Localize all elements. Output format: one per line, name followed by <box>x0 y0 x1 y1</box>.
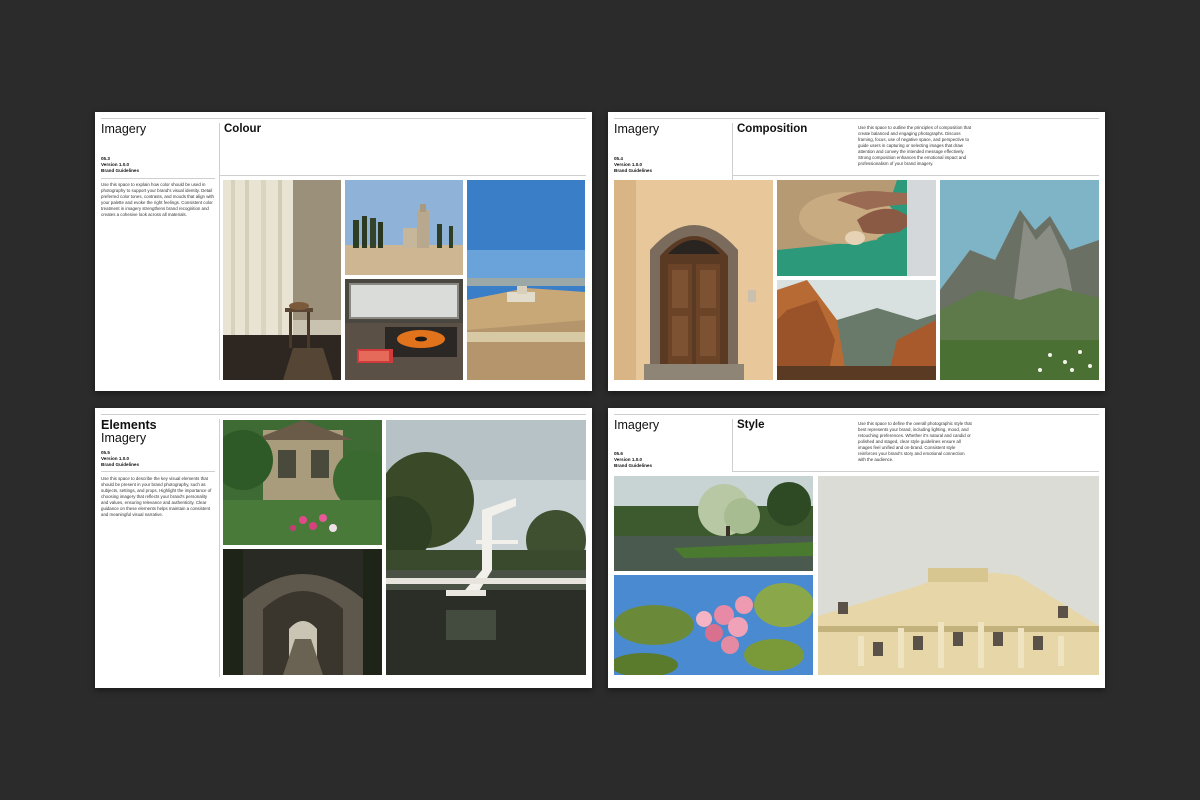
photo-building <box>818 476 1099 675</box>
top-rule <box>101 118 586 119</box>
section-label: Elements Imagery <box>101 419 157 445</box>
section-label: Imagery <box>614 418 660 432</box>
spread-style: Imagery 05.6 Version 1.0.0 Brand Guideli… <box>608 408 1105 688</box>
doc-name: Brand Guidelines <box>101 462 140 467</box>
side-rule <box>101 471 215 472</box>
photo-mountains <box>940 180 1099 380</box>
photo-cypress <box>345 180 463 275</box>
header-rule <box>219 175 586 176</box>
section-description: Use this space to outline the principles… <box>858 125 971 166</box>
header-rule <box>732 175 1099 176</box>
photo-interior <box>223 180 341 380</box>
photo-canyon <box>777 280 936 380</box>
photo-archway <box>223 549 382 675</box>
column-divider <box>732 419 733 472</box>
column-divider <box>219 123 220 380</box>
top-rule <box>101 414 586 415</box>
photo-doorway <box>614 180 773 380</box>
doc-name: Brand Guidelines <box>614 463 653 468</box>
section-meta: 05.4 Version 1.0.0 Brand Guidelines <box>614 156 652 174</box>
page-title: Colour <box>224 123 262 135</box>
photo-turntable <box>345 279 463 380</box>
doc-name: Brand Guidelines <box>101 168 140 173</box>
photo-cottage <box>223 420 382 545</box>
spread-composition: Imagery 05.4 Version 1.0.0 Brand Guideli… <box>608 112 1105 391</box>
section-meta: 05.3 Version 1.0.0 Brand Guidelines <box>101 156 139 174</box>
photo-lake-tree <box>614 476 813 571</box>
photo-blossoms <box>614 575 813 675</box>
top-rule <box>614 414 1099 415</box>
photo-diving-tower <box>386 420 586 675</box>
spread-colour: Imagery 05.3 Version 1.0.0 Brand Guideli… <box>95 112 592 391</box>
section-meta: 05.6 Version 1.0.0 Brand Guidelines <box>614 451 652 469</box>
doc-name: Brand Guidelines <box>614 168 653 173</box>
section-meta: 05.5 Version 1.0.0 Brand Guidelines <box>101 450 139 468</box>
section-description: Use this space to explain how color shou… <box>101 182 214 217</box>
section-description: Use this space to describe the key visua… <box>101 476 212 517</box>
section-description: Use this space to define the overall pho… <box>858 421 972 462</box>
section-label: Imagery <box>614 122 660 136</box>
side-rule <box>101 178 215 179</box>
top-rule <box>614 118 1099 119</box>
page-title: Style <box>737 419 765 431</box>
photo-fortress <box>467 180 585 380</box>
photo-hands-dough <box>777 180 936 276</box>
column-divider <box>219 419 220 677</box>
section-label: Imagery <box>101 122 147 136</box>
page-title: Composition <box>737 123 808 135</box>
header-rule <box>732 471 1099 472</box>
spread-elements: Elements Imagery 05.5 Version 1.0.0 Bran… <box>95 408 592 688</box>
section-label-sub: Imagery <box>101 431 147 445</box>
